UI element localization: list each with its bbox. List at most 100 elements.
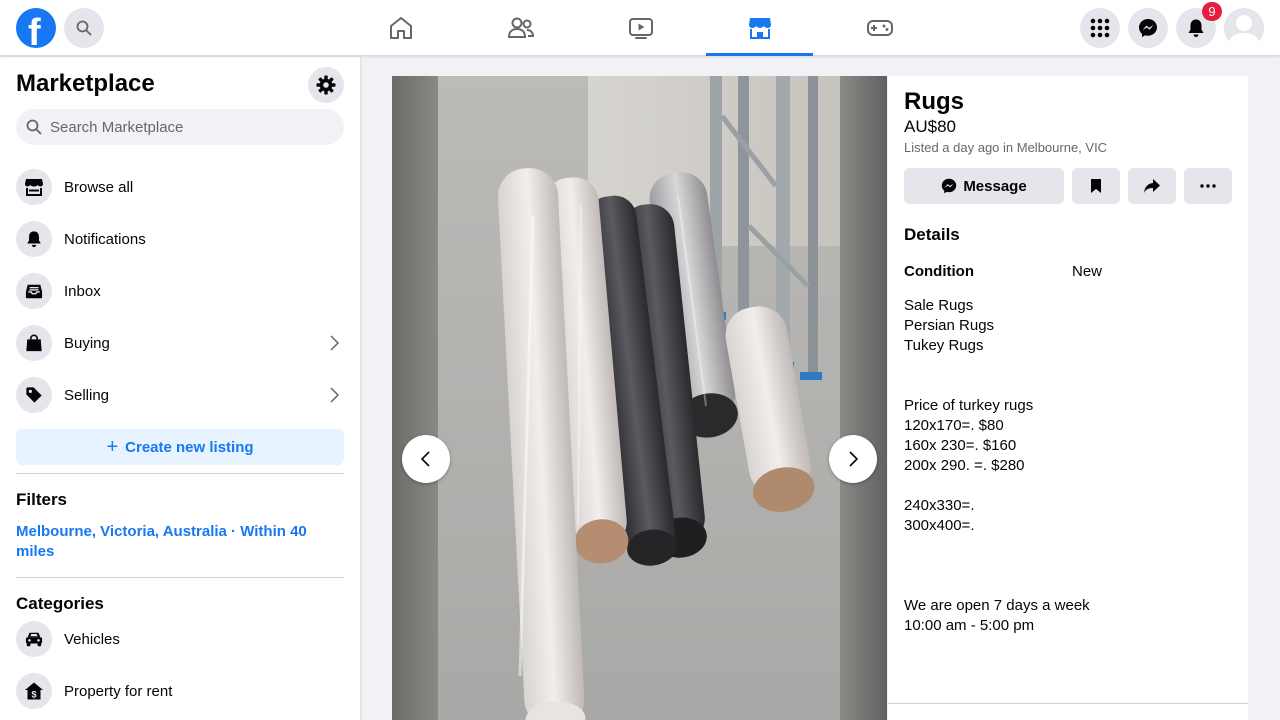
create-new-listing-button[interactable]: + Create new listing [16,429,344,465]
notification-count-badge: 9 [1202,2,1222,21]
search-icon [26,119,42,135]
messenger-icon [942,178,957,194]
tab-marketplace[interactable] [706,0,813,56]
house-dollar-icon: $ [25,682,43,700]
message-button[interactable]: Message [904,168,1064,204]
storefront-icon [25,179,43,196]
grid-menu-icon [1090,18,1110,38]
listing-photo [438,76,840,720]
bell-icon [1188,19,1204,37]
top-navigation-bar: f 9 [0,0,1280,56]
sidebar-item-label: Inbox [64,282,101,300]
description-line [904,356,1234,376]
bookmark-icon [1091,179,1101,193]
details-bottom-bar [888,703,1248,720]
listing-photo-viewer [392,76,887,720]
rolled-rugs-photo [438,76,840,720]
menu-button[interactable] [1080,8,1120,48]
inbox-icon [25,284,43,299]
messenger-button[interactable] [1128,8,1168,48]
description-line: 10:00 am - 5:00 pm [904,617,1035,634]
sidebar-item-inbox[interactable]: Inbox [8,265,352,317]
sidebar-icon-wrap: $ [16,673,52,709]
sidebar-item-buying[interactable]: Buying [8,317,352,369]
save-button[interactable] [1072,168,1120,204]
description-line [904,576,1234,596]
sidebar-item-vehicles[interactable]: Vehicles [8,613,352,665]
filters-heading: Filters [16,490,68,509]
game-controller-icon [866,20,893,36]
page-title: Marketplace [16,70,155,97]
sidebar-item-selling[interactable]: Selling [8,369,352,421]
search-button[interactable] [64,8,104,48]
description-line [904,476,1234,496]
sidebar-icon-wrap [16,621,52,657]
default-avatar-icon [1224,8,1264,48]
tab-home[interactable] [347,0,454,56]
description-line: Sale Rugs [904,297,974,314]
shopping-bag-icon [26,334,42,352]
listing-price: AU$80 [904,117,956,136]
sidebar-icon-wrap [16,221,52,257]
tab-gaming[interactable] [826,0,933,56]
tab-friends[interactable] [467,0,574,56]
description-line: 240x330=. [904,497,975,514]
create-listing-label: Create new listing [125,438,254,456]
chevron-right-icon [330,335,340,351]
facebook-logo-letter: f [28,12,41,48]
next-photo-button[interactable] [829,435,877,483]
sidebar-icon-wrap [16,169,52,205]
svg-text:$: $ [31,690,36,700]
sidebar-item-label: Property for rent [64,682,173,700]
marketplace-icon [748,18,771,39]
sidebar-icon-wrap [16,377,52,413]
description-line: Persian Rugs [904,317,995,334]
chevron-right-icon [849,451,859,467]
sidebar-item-label: Buying [64,334,110,352]
sidebar-icon-wrap [16,325,52,361]
description-line: 120x170=. $80 [904,417,1004,434]
description-line [904,536,1234,556]
settings-button[interactable] [308,67,344,103]
profile-avatar[interactable] [1224,8,1264,48]
description-line: 160x 230=. $160 [904,437,1017,454]
messenger-icon [1139,19,1157,37]
car-icon [25,632,43,647]
share-icon [1144,179,1160,193]
previous-photo-button[interactable] [402,435,450,483]
tab-watch[interactable] [587,0,694,56]
share-button[interactable] [1128,168,1176,204]
facebook-logo[interactable]: f [16,8,56,48]
sidebar-item-browse-all[interactable]: Browse all [8,161,352,213]
sidebar-icon-wrap [16,273,52,309]
search-icon [76,20,92,36]
plus-icon: + [106,436,119,458]
gear-icon [316,75,336,95]
photo-backdrop-right [840,76,887,720]
condition-label: Condition [904,263,974,280]
search-input[interactable] [50,118,330,136]
notifications-button[interactable]: 9 [1176,2,1222,48]
description-line: Price of turkey rugs [904,397,1034,414]
sidebar-item-notifications[interactable]: Notifications [8,213,352,265]
listing-description: Sale Rugs Persian Rugs Tukey Rugs Price … [904,296,1234,636]
details-heading: Details [904,225,960,244]
sidebar-item-label: Browse all [64,178,134,196]
chevron-right-icon [330,387,340,403]
sidebar-divider [16,473,344,474]
description-line: We are open 7 days a week [904,597,1090,614]
friends-icon [507,17,534,38]
sidebar-item-property-for-rent[interactable]: $ Property for rent [8,665,352,717]
message-button-label: Message [963,177,1027,195]
home-icon [389,17,412,39]
condition-value: New [1072,263,1103,280]
marketplace-sidebar: Marketplace Browse all Notifications Inb… [0,57,360,720]
description-line [904,376,1234,396]
more-options-button[interactable] [1184,168,1232,204]
listing-title: Rugs [904,88,964,115]
location-filter-link[interactable]: Melbourne, Victoria, Australia · Within … [16,522,316,562]
more-horizontal-icon [1200,184,1216,188]
video-icon [628,18,653,39]
sidebar-divider [16,577,344,578]
listing-time-location: Listed a day ago in Melbourne, VIC [904,140,1108,155]
